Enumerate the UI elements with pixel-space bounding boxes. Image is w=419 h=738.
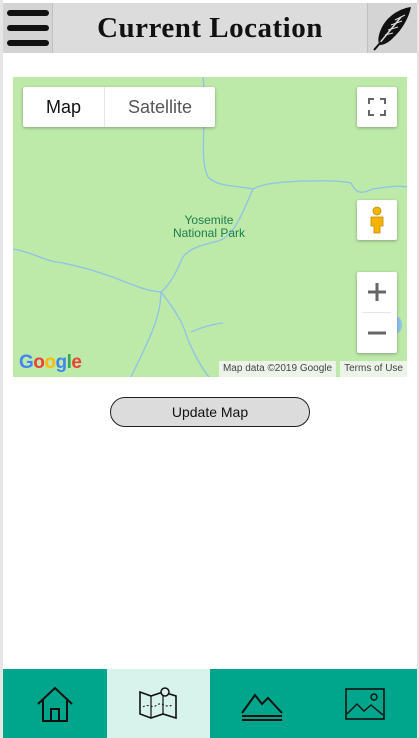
map-type-control: Map Satellite xyxy=(23,87,215,127)
map-type-satellite-button[interactable]: Satellite xyxy=(105,87,215,127)
map-pin-icon xyxy=(139,686,178,719)
zoom-in-icon xyxy=(368,283,386,301)
map-view[interactable]: Map Satellite Yosemite National Park Goo… xyxy=(13,77,407,377)
nav-item-mountains[interactable] xyxy=(210,669,314,738)
update-map-button[interactable]: Update Map xyxy=(110,397,310,427)
nav-item-map[interactable] xyxy=(106,669,210,738)
map-attribution: Map data ©2019 Google Terms of Use xyxy=(218,361,407,377)
zoom-in-button[interactable] xyxy=(357,272,397,312)
image-icon xyxy=(345,687,386,720)
home-icon xyxy=(37,686,73,722)
bottom-nav xyxy=(3,669,417,738)
fullscreen-icon xyxy=(368,98,386,116)
nav-item-photos[interactable] xyxy=(313,669,417,738)
zoom-out-button[interactable] xyxy=(357,313,397,353)
pegman-icon xyxy=(370,206,384,234)
menu-button[interactable] xyxy=(3,3,53,53)
terms-of-use-link[interactable]: Terms of Use xyxy=(340,361,407,377)
feather-button[interactable] xyxy=(367,3,417,53)
feather-icon xyxy=(373,7,411,51)
mountain-icon xyxy=(240,692,283,721)
street-view-button[interactable] xyxy=(357,200,397,240)
map-type-map-button[interactable]: Map xyxy=(23,87,105,127)
place-label: Yosemite National Park xyxy=(172,213,246,240)
header-bar: Current Location xyxy=(3,3,417,53)
page-title: Current Location xyxy=(97,12,323,44)
fullscreen-button[interactable] xyxy=(357,87,397,127)
hamburger-menu-icon xyxy=(7,10,49,46)
zoom-control xyxy=(357,272,397,353)
zoom-out-icon xyxy=(368,331,386,335)
nav-item-home[interactable] xyxy=(3,669,107,738)
google-logo: Google xyxy=(19,352,82,373)
map-data-attribution: Map data ©2019 Google xyxy=(218,361,337,377)
